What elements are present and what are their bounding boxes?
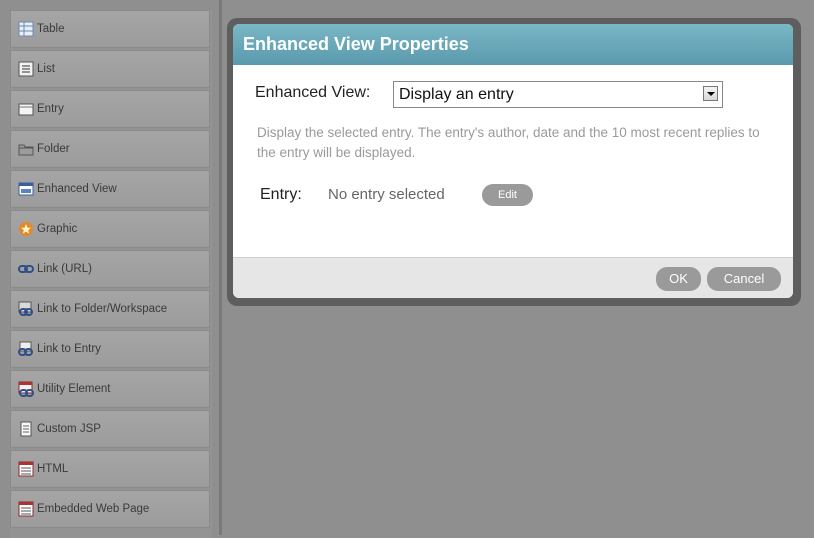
palette-item-table[interactable]: Table bbox=[10, 10, 210, 48]
entry-value: No entry selected bbox=[328, 186, 445, 203]
ok-button[interactable]: OK bbox=[656, 267, 701, 291]
palette-item-html[interactable]: HTML bbox=[10, 450, 210, 488]
palette-item-label: Link to Entry bbox=[37, 343, 101, 355]
element-palette: Table List Entry Folder Enhanced View Gr… bbox=[10, 10, 212, 538]
table-icon bbox=[17, 21, 34, 38]
enhanced-view-select[interactable]: Display an entry bbox=[393, 81, 723, 108]
palette-item-link-folder-workspace[interactable]: Link to Folder/Workspace bbox=[10, 290, 210, 328]
palette-item-custom-jsp[interactable]: Custom JSP bbox=[10, 410, 210, 448]
palette-item-label: Link (URL) bbox=[37, 263, 92, 275]
palette-item-list[interactable]: List bbox=[10, 50, 210, 88]
link-icon bbox=[17, 261, 34, 278]
folder-icon bbox=[17, 141, 34, 158]
graphic-icon bbox=[17, 221, 34, 238]
palette-item-label: Enhanced View bbox=[37, 183, 117, 195]
palette-item-embedded-web-page[interactable]: Embedded Web Page bbox=[10, 490, 210, 528]
embedded-web-page-icon bbox=[17, 501, 34, 518]
link-folder-icon bbox=[17, 301, 34, 318]
link-entry-icon bbox=[17, 341, 34, 358]
custom-jsp-icon bbox=[17, 421, 34, 438]
enhanced-view-select-value: Display an entry bbox=[399, 86, 514, 103]
palette-item-graphic[interactable]: Graphic bbox=[10, 210, 210, 248]
palette-item-label: Custom JSP bbox=[37, 423, 101, 435]
palette-item-label: HTML bbox=[37, 463, 69, 475]
dialog-footer: OK Cancel bbox=[233, 257, 793, 298]
palette-item-utility-element[interactable]: Utility Element bbox=[10, 370, 210, 408]
palette-item-label: Utility Element bbox=[37, 383, 111, 395]
entry-icon bbox=[17, 101, 34, 118]
enhanced-view-icon bbox=[17, 181, 34, 198]
cancel-button[interactable]: Cancel bbox=[707, 267, 781, 291]
entry-label: Entry: bbox=[260, 186, 302, 203]
palette-item-link-to-entry[interactable]: Link to Entry bbox=[10, 330, 210, 368]
view-description: Display the selected entry. The entry's … bbox=[257, 125, 760, 160]
palette-item-label: Embedded Web Page bbox=[37, 503, 150, 515]
palette-item-label: Entry bbox=[37, 103, 64, 115]
palette-item-entry[interactable]: Entry bbox=[10, 90, 210, 128]
enhanced-view-label: Enhanced View: bbox=[255, 84, 371, 101]
dropdown-arrow-icon[interactable] bbox=[703, 86, 718, 101]
utility-element-icon bbox=[17, 381, 34, 398]
palette-item-label: List bbox=[37, 63, 55, 75]
palette-item-link-url[interactable]: Link (URL) bbox=[10, 250, 210, 288]
palette-item-folder[interactable]: Folder bbox=[10, 130, 210, 168]
enhanced-view-properties-dialog: Enhanced View Properties Enhanced View: … bbox=[233, 24, 793, 298]
list-icon bbox=[17, 61, 34, 78]
palette-item-label: Folder bbox=[37, 143, 70, 155]
edit-button[interactable]: Edit bbox=[482, 184, 533, 206]
palette-item-enhanced-view[interactable]: Enhanced View bbox=[10, 170, 210, 208]
palette-item-label: Table bbox=[37, 23, 65, 35]
palette-item-label: Graphic bbox=[37, 223, 78, 235]
dialog-title: Enhanced View Properties bbox=[233, 24, 793, 65]
html-icon bbox=[17, 461, 34, 478]
palette-item-label: Link to Folder/Workspace bbox=[37, 303, 168, 315]
